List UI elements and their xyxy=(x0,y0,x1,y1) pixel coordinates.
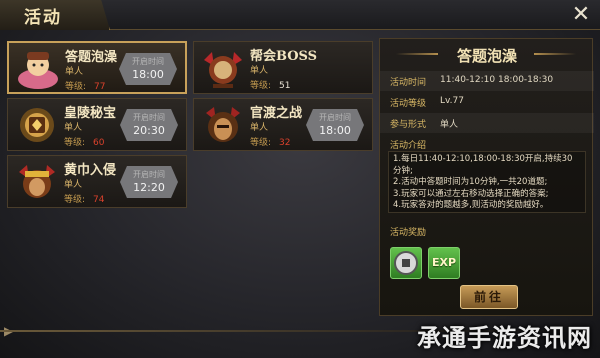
open-time-box: 开启时间 18:00 xyxy=(306,109,364,141)
info-row-time: 活动时间 11:40-12:10 18:00-18:30 xyxy=(380,71,594,91)
activity-level: 等级: 51 xyxy=(250,81,291,91)
activity-card-imperial-tomb[interactable]: 皇陵秘宝 单人 等级: 60 开启时间 20:30 xyxy=(7,98,187,151)
info-row-level: 活动等级 Lv.77 xyxy=(390,96,464,109)
go-button[interactable]: 前往 xyxy=(460,285,518,309)
activity-card-guandu-battle[interactable]: 官渡之战 单人 等级: 32 开启时间 18:00 xyxy=(193,98,373,151)
open-time-box: 开启时间 18:00 xyxy=(119,53,177,85)
activity-name: 答题泡澡 xyxy=(65,50,118,65)
watermark: 承通手游资讯网 xyxy=(417,324,592,352)
intro-label: 活动介绍 xyxy=(390,141,427,151)
activity-type: 单人 xyxy=(64,123,83,133)
activity-card-quiz-bath[interactable]: 答题泡澡 单人 等级: 77 开启时间 18:00 xyxy=(7,41,187,94)
activity-type: 单人 xyxy=(64,180,83,190)
open-time-box: 开启时间 12:20 xyxy=(120,166,178,198)
info-row-format: 参与形式 单人 xyxy=(380,113,594,133)
guandu-battle-icon xyxy=(206,107,240,142)
open-time-box: 开启时间 20:30 xyxy=(120,109,178,141)
reward-label: 活动奖励 xyxy=(390,228,427,238)
quiz-bath-icon xyxy=(18,52,58,89)
activity-card-guild-boss[interactable]: 帮会BOSS 单人 等级: 51 xyxy=(193,41,373,94)
activity-detail-panel: 答题泡澡 活动时间 11:40-12:10 18:00-18:30 活动等级 L… xyxy=(379,38,594,316)
close-button[interactable]: ✕ xyxy=(568,2,594,28)
activity-level: 等级: 32 xyxy=(250,138,291,148)
activity-card-yellow-turban[interactable]: 黄巾入侵 单人 等级: 74 开启时间 12:20 xyxy=(7,155,187,208)
guild-boss-icon xyxy=(204,52,242,88)
activity-name: 黄巾入侵 xyxy=(64,163,117,178)
detail-title: 答题泡澡 xyxy=(456,47,517,65)
activity-type: 单人 xyxy=(250,66,269,76)
activity-type: 单人 xyxy=(65,67,84,77)
activity-name: 官渡之战 xyxy=(250,106,303,121)
title-bar: 活动 ✕ xyxy=(0,0,600,30)
intro-text: 1.每日11:40-12:10,18:00-18:30开启,持续30 分钟; 2… xyxy=(388,151,586,213)
activity-type: 单人 xyxy=(250,123,269,133)
window-title: 活动 xyxy=(24,8,62,28)
yellow-turban-icon xyxy=(19,165,55,198)
activity-name: 皇陵秘宝 xyxy=(64,106,117,121)
silver-coin-icon[interactable] xyxy=(390,247,422,279)
imperial-tomb-icon xyxy=(20,108,54,142)
activity-level: 等级: 77 xyxy=(65,82,106,92)
activity-level: 等级: 60 xyxy=(64,138,105,148)
activity-level: 等级: 74 xyxy=(64,195,105,205)
exp-icon[interactable]: EXP xyxy=(428,247,460,279)
activity-name: 帮会BOSS xyxy=(250,49,318,64)
